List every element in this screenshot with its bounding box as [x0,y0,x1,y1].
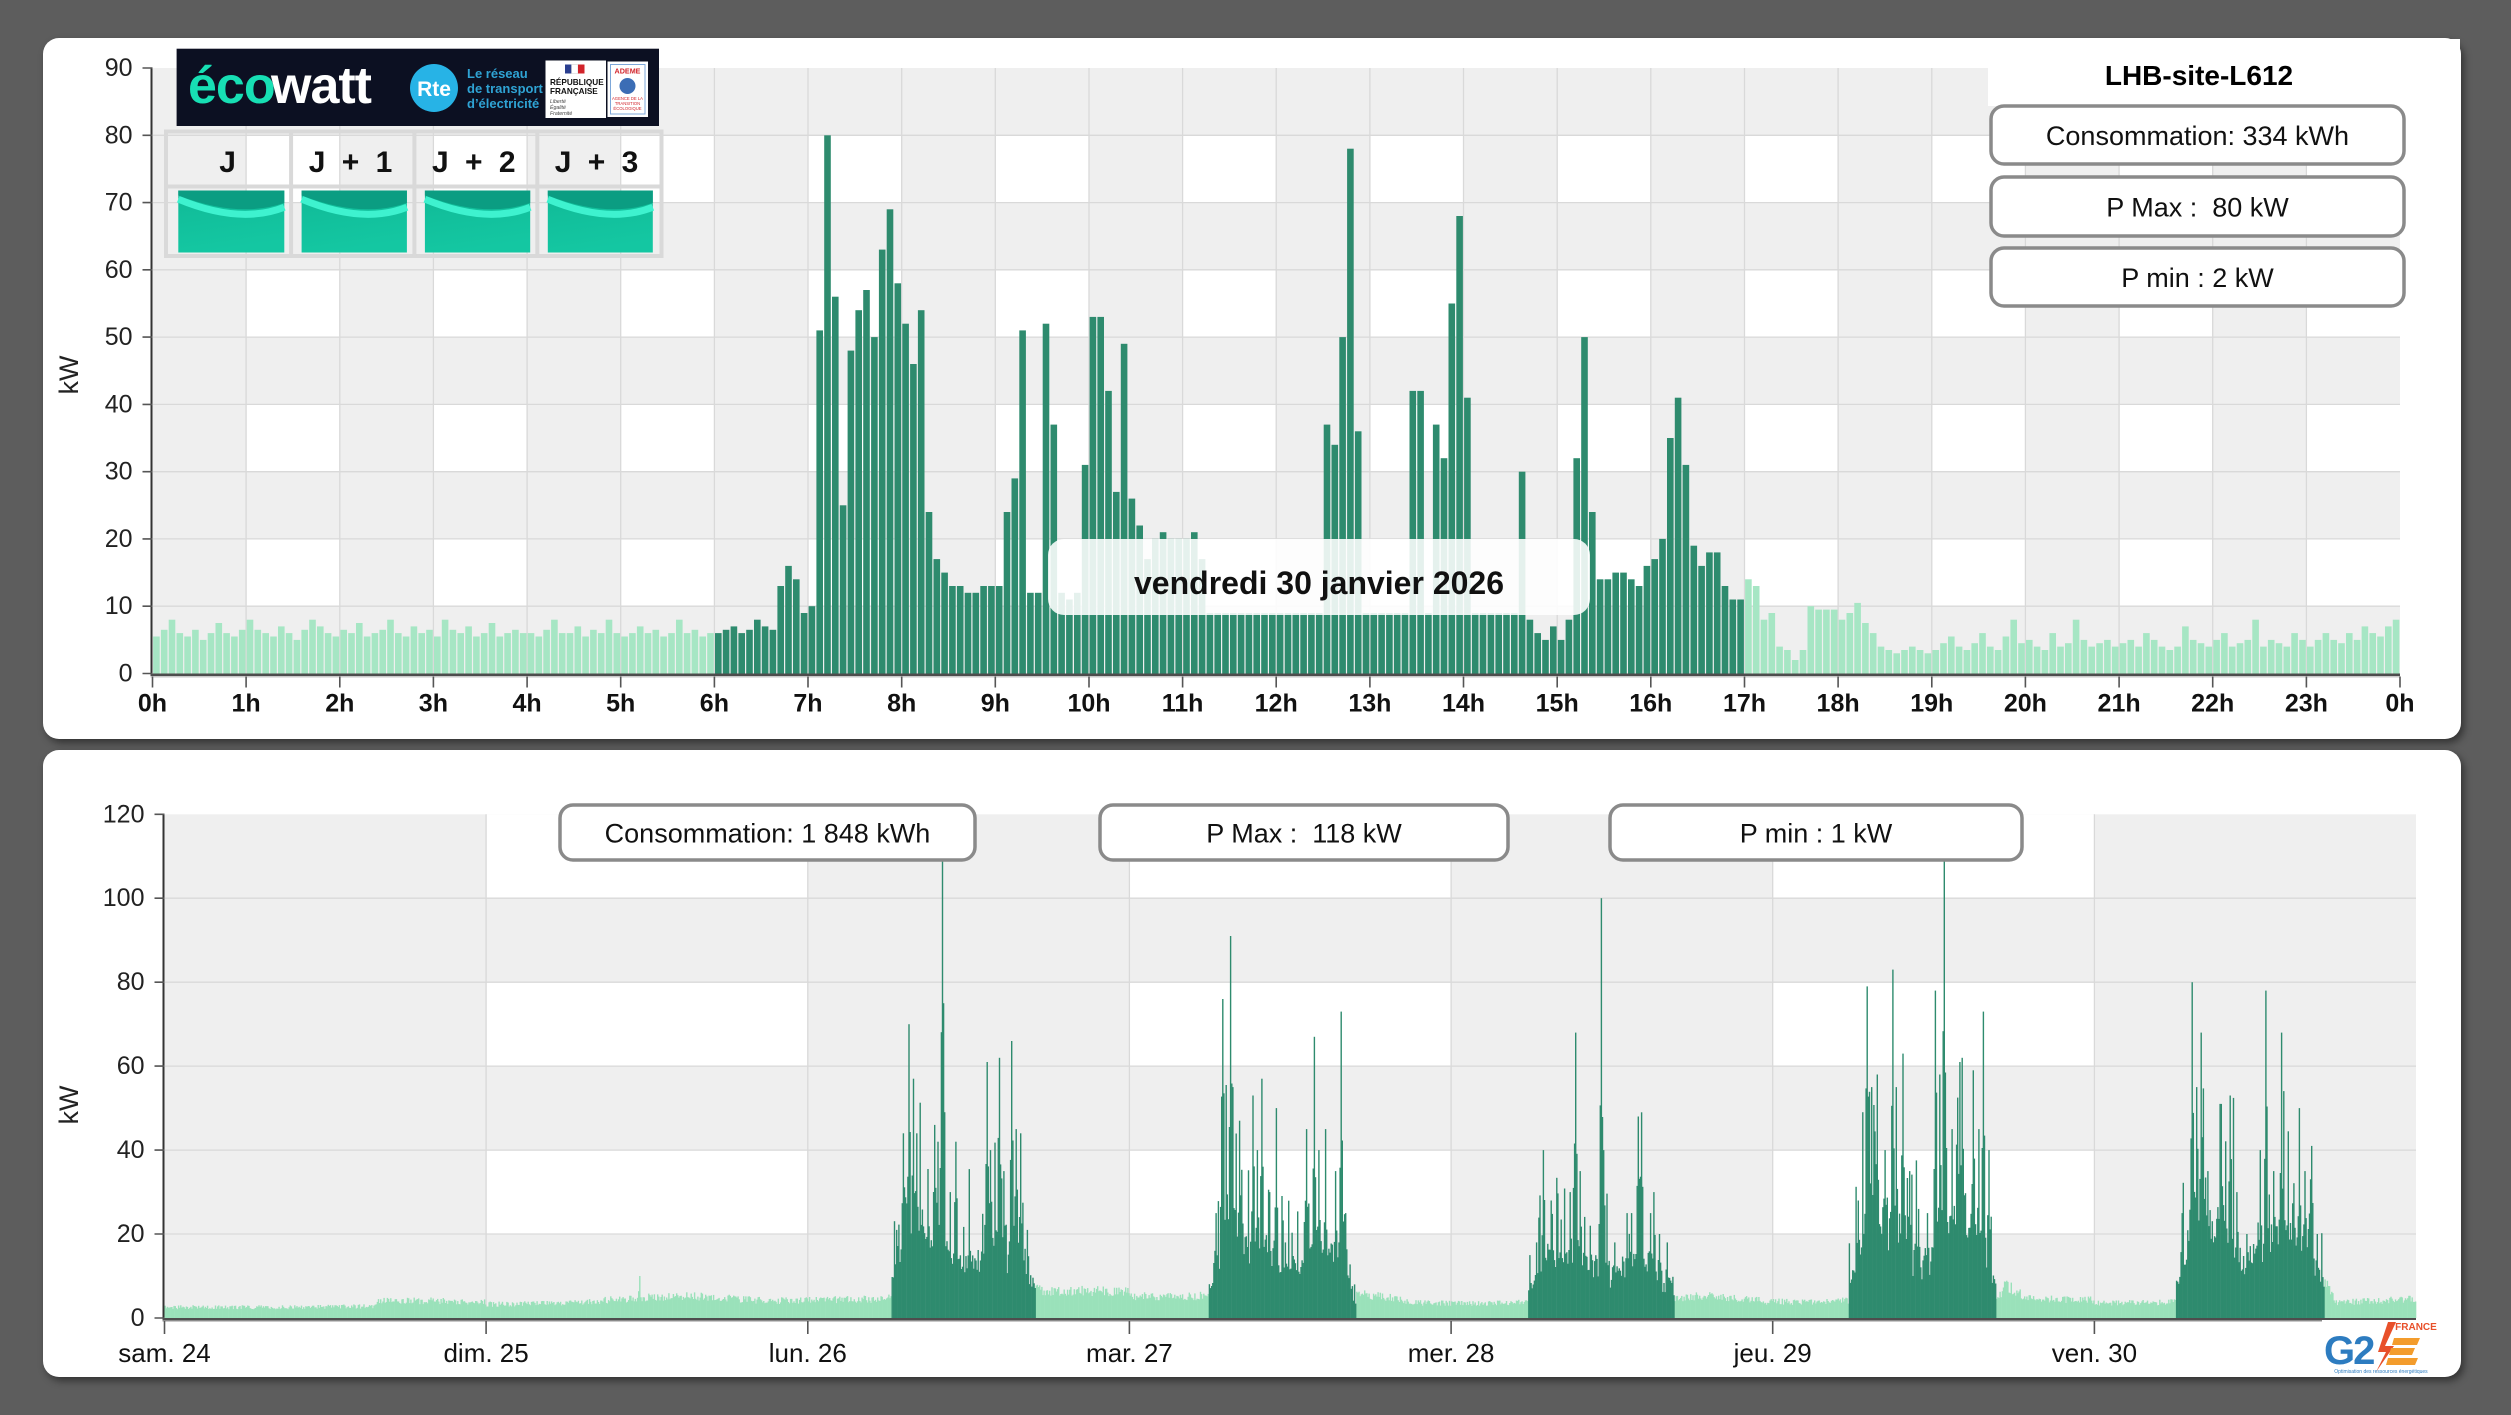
svg-text:0h: 0h [138,690,167,718]
svg-text:14h: 14h [1442,690,1485,718]
svg-text:Fraternité: Fraternité [550,111,572,117]
svg-text:15h: 15h [1536,690,1579,718]
svg-text:12h: 12h [1255,690,1298,718]
svg-text:4h: 4h [513,690,542,718]
svg-text:2h: 2h [325,690,354,718]
svg-text:40: 40 [105,390,133,418]
svg-text:23h: 23h [2285,690,2328,718]
svg-text:J + 2: J + 2 [432,146,520,179]
svg-text:vendredi 30 janvier 2026: vendredi 30 janvier 2026 [1134,565,1504,601]
svg-text:ven. 30: ven. 30 [2052,1338,2137,1368]
svg-text:kW: kW [54,355,84,395]
svg-text:17h: 17h [1723,690,1766,718]
svg-text:10: 10 [105,592,133,620]
svg-text:50: 50 [105,323,133,351]
svg-text:J + 3: J + 3 [555,146,643,179]
svg-text:100: 100 [103,884,145,912]
svg-text:8h: 8h [887,690,916,718]
svg-text:P min : 2 kW: P min : 2 kW [2121,263,2274,293]
svg-text:P min : 1 kW: P min : 1 kW [1740,819,1893,849]
svg-text:60: 60 [105,256,133,284]
svg-text:jeu. 29: jeu. 29 [1733,1338,1812,1368]
svg-text:J + 1: J + 1 [309,146,397,179]
svg-text:13h: 13h [1348,690,1391,718]
svg-text:19h: 19h [1910,690,1953,718]
svg-text:60: 60 [117,1052,145,1080]
svg-text:mer. 28: mer. 28 [1408,1338,1495,1368]
svg-text:11h: 11h [1162,690,1204,718]
svg-text:7h: 7h [793,690,822,718]
svg-text:RÉPUBLIQUE: RÉPUBLIQUE [550,77,604,87]
svg-text:FRANCE: FRANCE [2395,1322,2437,1333]
svg-text:0: 0 [131,1304,145,1332]
svg-text:0h: 0h [2385,690,2414,718]
svg-text:Consommation: 1 848 kWh: Consommation: 1 848 kWh [605,819,931,849]
svg-text:90: 90 [105,54,133,82]
svg-text:P Max : 80 kW: P Max : 80 kW [2106,193,2289,223]
svg-text:40: 40 [117,1136,145,1164]
svg-text:Égalité: Égalité [550,104,566,111]
svg-text:5h: 5h [606,690,635,718]
svg-text:sam. 24: sam. 24 [118,1338,211,1368]
svg-text:Consommation: 334 kWh: Consommation: 334 kWh [2046,121,2349,151]
svg-text:10h: 10h [1067,690,1110,718]
svg-text:16h: 16h [1629,690,1672,718]
svg-text:1h: 1h [232,690,261,718]
svg-text:21h: 21h [2098,690,2141,718]
svg-text:watt: watt [270,57,372,115]
svg-text:Rte: Rte [417,78,451,101]
svg-text:éco: éco [188,57,275,115]
svg-text:30: 30 [105,458,133,486]
svg-text:6h: 6h [700,690,729,718]
svg-text:kW: kW [54,1085,84,1125]
svg-text:9h: 9h [981,690,1010,718]
svg-text:Optimisation des ressources én: Optimisation des ressources énergétiques [2334,1369,2428,1375]
svg-text:d’électricité: d’électricité [467,96,539,111]
svg-text:J: J [219,146,240,179]
svg-text:Le réseau: Le réseau [467,66,528,81]
svg-text:22h: 22h [2191,690,2234,718]
svg-text:mar. 27: mar. 27 [1086,1338,1173,1368]
svg-text:ADEME: ADEME [615,67,641,76]
svg-text:20: 20 [117,1220,145,1248]
svg-text:3h: 3h [419,690,448,718]
svg-text:lun. 26: lun. 26 [769,1338,847,1368]
svg-text:ÉCOLOGIQUE: ÉCOLOGIQUE [613,106,641,111]
svg-text:18h: 18h [1817,690,1860,718]
svg-text:0: 0 [119,660,133,688]
svg-text:80: 80 [105,121,133,149]
svg-text:LHB-site-L612: LHB-site-L612 [2105,60,2293,91]
svg-text:G2: G2 [2324,1329,2374,1373]
svg-text:20h: 20h [2004,690,2047,718]
svg-text:70: 70 [105,189,133,217]
svg-text:20: 20 [105,525,133,553]
svg-text:FRANÇAISE: FRANÇAISE [550,87,598,96]
svg-text:120: 120 [103,800,145,828]
svg-text:80: 80 [117,968,145,996]
svg-text:dim. 25: dim. 25 [443,1338,528,1368]
svg-text:P Max : 118 kW: P Max : 118 kW [1206,819,1402,849]
svg-text:de transport: de transport [467,81,544,96]
